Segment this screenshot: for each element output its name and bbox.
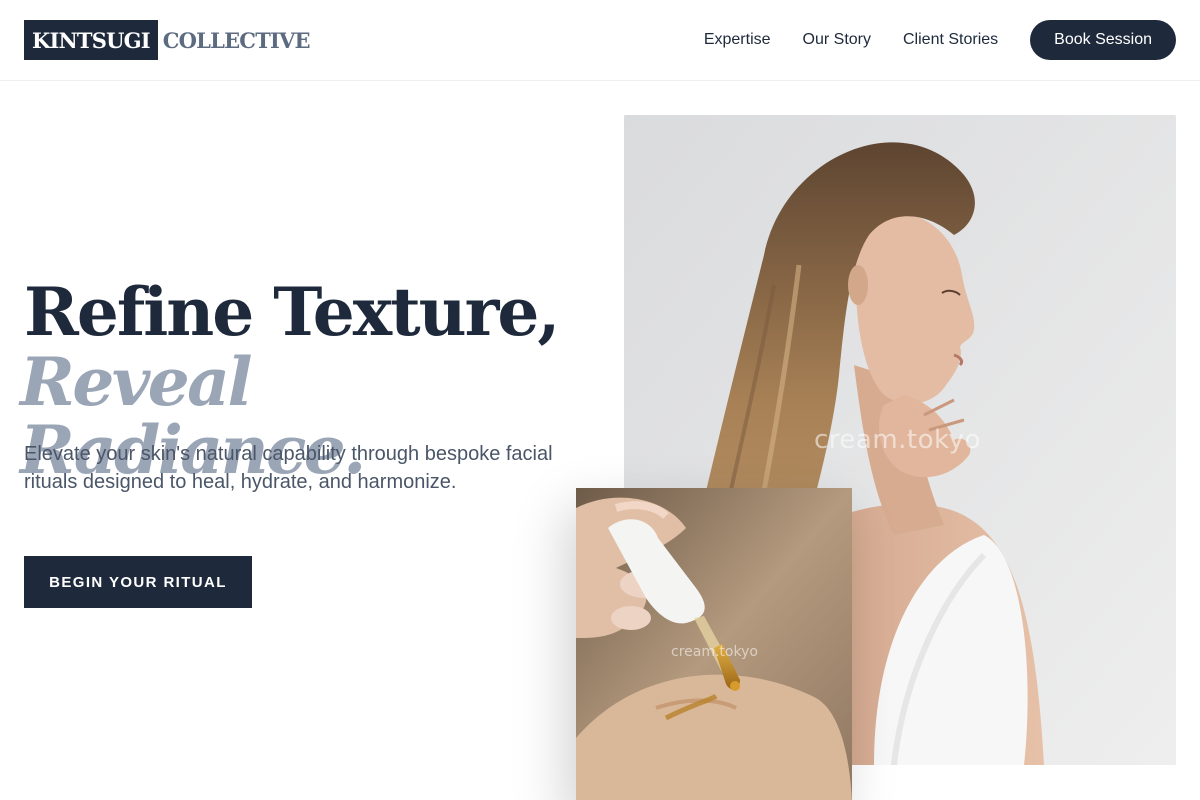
nav-link-expertise[interactable]: Expertise <box>704 31 771 49</box>
watermark: cream.tokyo <box>814 425 981 455</box>
headline-line-1: Refine Texture, <box>24 273 560 351</box>
nav-link-client-stories[interactable]: Client Stories <box>903 31 998 49</box>
nav-link-our-story[interactable]: Our Story <box>803 31 871 49</box>
logo-wordmark: COLLECTIVE <box>162 27 311 53</box>
inset-photo-serum-dropper: cream.tokyo <box>576 488 852 800</box>
logo-mark: KINTSUGI <box>24 20 158 60</box>
hero-subtext: Elevate your skin's natural capability t… <box>24 443 553 493</box>
begin-ritual-button[interactable]: BEGIN YOUR RITUAL <box>24 556 252 608</box>
main-nav: Expertise Our Story Client Stories Book … <box>704 20 1176 60</box>
site-header: KINTSUGI COLLECTIVE Expertise Our Story … <box>0 0 1200 81</box>
watermark: cream.tokyo <box>671 644 758 660</box>
book-session-button[interactable]: Book Session <box>1030 20 1176 60</box>
logo[interactable]: KINTSUGI COLLECTIVE <box>24 20 311 60</box>
